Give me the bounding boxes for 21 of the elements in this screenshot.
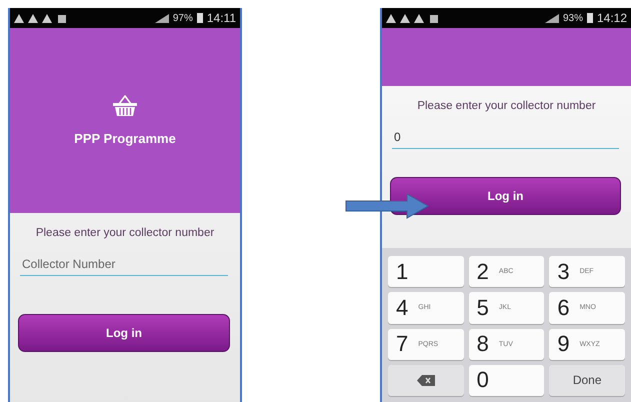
collector-number-field[interactable]: Collector Number [20, 253, 228, 276]
prompt-text: Please enter your collector number [416, 100, 597, 112]
app-title: PPP Programme [74, 131, 176, 146]
done-key[interactable]: Done [549, 364, 625, 396]
clock: 14:11 [206, 11, 236, 25]
signal-icon [544, 14, 559, 22]
battery-level: 97% [172, 12, 193, 24]
battery-level: 93% [562, 12, 583, 24]
collector-number-field[interactable]: 0 [392, 126, 619, 149]
keypad-key[interactable]: 1 [388, 256, 464, 288]
signal-icon [154, 14, 169, 22]
clock: 14:12 [596, 11, 627, 25]
login-button[interactable]: Log in [18, 314, 230, 352]
login-button[interactable]: Log in [390, 177, 621, 215]
battery-icon [586, 13, 593, 23]
basket-icon [113, 95, 137, 117]
backspace-icon [416, 374, 435, 386]
backspace-key[interactable] [388, 364, 464, 396]
keypad-key[interactable]: 0 [468, 364, 544, 396]
battery-icon [196, 13, 203, 23]
prompt-text: Please enter your collector number [34, 227, 216, 239]
